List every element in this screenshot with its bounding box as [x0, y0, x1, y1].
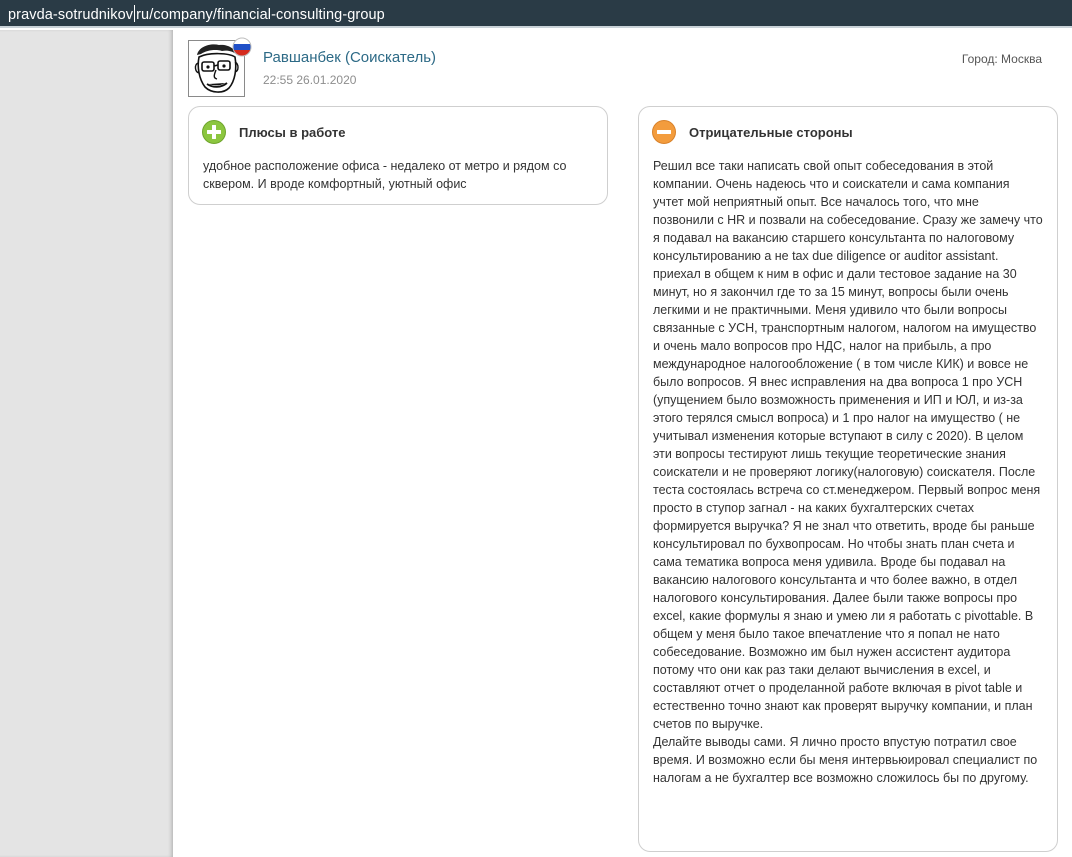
- plus-circle-icon: [202, 120, 226, 144]
- address-bar[interactable]: pravda-sotrudnikov ru/company/financial-c…: [0, 0, 1072, 28]
- cons-text: Решил все таки написать свой опыт собесе…: [653, 157, 1043, 787]
- minus-circle-icon: [652, 120, 676, 144]
- cons-paragraph-1: Решил все таки написать свой опыт собесе…: [653, 159, 1043, 731]
- cons-card: Отрицательные стороны Решил все таки нап…: [638, 106, 1058, 852]
- pros-card: Плюсы в работе удобное расположение офис…: [188, 106, 608, 205]
- url-text[interactable]: pravda-sotrudnikov ru/company/financial-c…: [8, 5, 385, 23]
- text-caret: [134, 5, 136, 22]
- pros-title: Плюсы в работе: [239, 125, 346, 140]
- cons-paragraph-2: Делайте выводы сами. Я лично просто впус…: [653, 735, 1038, 785]
- pros-text: удобное расположение офиса - недалеко от…: [203, 157, 591, 193]
- cons-title: Отрицательные стороны: [689, 125, 853, 140]
- url-path-part: ru/company/financial-consulting-group: [136, 7, 385, 23]
- review-container: Равшанбек (Соискатель) 22:55 26.01.2020 …: [173, 30, 1072, 857]
- url-host-part: pravda-sotrudnikov: [8, 7, 134, 23]
- russia-flag-icon: [232, 37, 252, 57]
- author-name-link[interactable]: Равшанбек (Соискатель): [263, 49, 436, 66]
- city-label: Город: Москва: [961, 52, 1042, 66]
- pros-paragraph: удобное расположение офиса - недалеко от…: [203, 159, 567, 191]
- left-gutter: [0, 30, 173, 857]
- review-date: 22:55 26.01.2020: [263, 73, 357, 87]
